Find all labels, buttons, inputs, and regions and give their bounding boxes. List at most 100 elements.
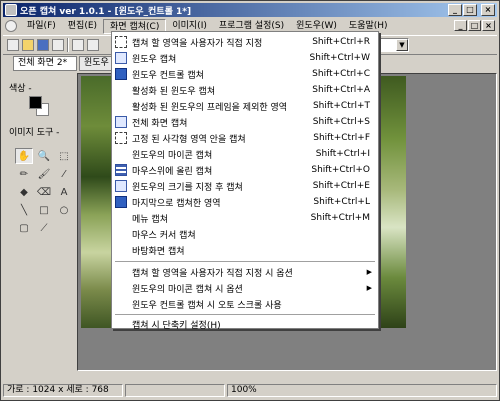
- minimize-button[interactable]: _: [448, 4, 462, 16]
- menu-item-shortcut: Shift+Ctrl+M: [310, 213, 370, 223]
- text-icon[interactable]: A: [55, 184, 73, 200]
- zoom-icon[interactable]: 🔍: [35, 148, 53, 164]
- fill-icon[interactable]: ◆: [15, 184, 33, 200]
- eraser-icon[interactable]: ⌫: [35, 184, 53, 200]
- menu-item-label: 윈도우 컨트롤 캡쳐: [132, 70, 204, 81]
- menu-item-desktop-capture[interactable]: 바탕화면 캡쳐: [112, 242, 378, 258]
- menu-file[interactable]: 파일(F): [21, 19, 62, 34]
- submenu-arrow-icon: ▶: [366, 268, 372, 276]
- menu-item-shortcut: Shift+Ctrl+T: [312, 101, 370, 111]
- menu-item-last-area[interactable]: 마지막으로 캡쳐한 영역 Shift+Ctrl+L: [112, 194, 378, 210]
- mdi-restore-button[interactable]: □: [468, 20, 481, 31]
- menu-item-auto-scroll[interactable]: 윈도우 컨트롤 캡쳐 시 오토 스크롤 사용: [112, 296, 378, 312]
- mdi-close-button[interactable]: ×: [482, 20, 495, 31]
- menu-item-active-window-no-frame[interactable]: 활성화 된 윈도우의 프레임을 제외한 영역 Shift+Ctrl+T: [112, 98, 378, 114]
- document-icon[interactable]: [5, 20, 17, 32]
- menu-item-shortcut: Shift+Ctrl+W: [309, 53, 370, 63]
- resize-icon: [115, 180, 127, 192]
- redo-icon[interactable]: [87, 38, 99, 51]
- captured-image-right: [376, 76, 406, 328]
- menu-item-label: 캡쳐 할 영역을 사용자가 직접 지정: [132, 38, 263, 49]
- menu-item-window-control[interactable]: 윈도우 컨트롤 캡쳐 Shift+Ctrl+C: [112, 66, 378, 82]
- eyedropper-icon[interactable]: ⁄: [55, 166, 73, 182]
- menu-item-label: 윈도우 컨트롤 캡쳐 시 오토 스크롤 사용: [132, 300, 282, 311]
- menu-separator: [115, 261, 375, 262]
- menu-item-window-icon[interactable]: 윈도우의 마이콘 캡쳐 Shift+Ctrl+I: [112, 146, 378, 162]
- menu-item-user-area[interactable]: 캡쳐 할 영역을 사용자가 직접 지정 Shift+Ctrl+R: [112, 34, 378, 50]
- color-label: 색상 -: [9, 84, 32, 94]
- menu-item-cursor-capture[interactable]: 마우스 커서 캡쳐: [112, 226, 378, 242]
- last-area-icon: [115, 196, 127, 208]
- menu-item-shortcut: Shift+Ctrl+L: [313, 197, 370, 207]
- menu-item-label: 활성화 된 윈도우 캡쳐: [132, 86, 216, 97]
- menu-edit[interactable]: 편집(E): [62, 19, 103, 34]
- mdi-minimize-button[interactable]: _: [454, 20, 467, 31]
- window-control-icon: [115, 68, 127, 80]
- close-button[interactable]: ×: [481, 4, 495, 16]
- menu-item-shortcut: Shift+Ctrl+F: [313, 133, 370, 143]
- submenu-arrow-icon: ▶: [366, 284, 372, 292]
- menu-item-window-capture[interactable]: 윈도우 캡쳐 Shift+Ctrl+W: [112, 50, 378, 66]
- menu-item-label: 고정 된 사각형 영역 안을 캡쳐: [132, 134, 246, 145]
- undo-icon[interactable]: [72, 38, 84, 51]
- menu-item-label: 윈도우 캡쳐: [132, 54, 177, 65]
- chevron-down-icon[interactable]: ▼: [396, 39, 408, 51]
- save-icon[interactable]: [37, 38, 49, 51]
- info-status: [125, 384, 225, 397]
- hand-icon[interactable]: ✋: [15, 148, 33, 164]
- pen-icon[interactable]: ⟋: [35, 220, 53, 236]
- area-select-icon: [115, 36, 127, 48]
- menu-item-label: 전체 화면 캡쳐: [132, 118, 188, 129]
- app-icon[interactable]: [5, 4, 17, 16]
- menu-item-label: 윈도우의 마이콘 캡쳐: [132, 150, 213, 161]
- menu-item-mouse-over[interactable]: 마우스위에 올린 캡쳐 Shift+Ctrl+O: [112, 162, 378, 178]
- image-tools-label: 이미지 도구 -: [9, 128, 60, 138]
- menu-item-label: 캡쳐 시 단축키 설정(H): [132, 320, 221, 331]
- menu-item-icon-options[interactable]: 윈도우의 마이콘 캡쳐 시 옵션 ▶: [112, 280, 378, 296]
- menu-item-shortcut: Shift+Ctrl+S: [312, 117, 370, 127]
- menu-item-shortcut: Shift+Ctrl+A: [312, 85, 370, 95]
- window-capture-icon: [115, 52, 127, 64]
- image-size-status: 가로 : 1024 x 세로 : 768: [3, 384, 123, 397]
- open-icon[interactable]: [22, 38, 34, 51]
- menu-item-fullscreen[interactable]: 전체 화면 캡쳐 Shift+Ctrl+S: [112, 114, 378, 130]
- brush-icon[interactable]: 🖌: [35, 166, 53, 182]
- tab-fullscreen[interactable]: 전체 화면 2*: [13, 56, 77, 71]
- menu-item-shortcut: Shift+Ctrl+I: [315, 149, 370, 159]
- rectangle-icon[interactable]: □: [35, 202, 53, 218]
- menu-item-label: 윈도우의 크기를 지정 후 캡쳐: [132, 182, 243, 193]
- title-bar[interactable]: 오픈 캡쳐 ver 1.0.1 - [윈도우_컨트롤 1*] _ □ ×: [3, 3, 497, 17]
- menu-item-label: 윈도우의 마이콘 캡쳐 시 옵션: [132, 284, 243, 295]
- new-icon[interactable]: [7, 38, 19, 51]
- menu-item-shortcut: Shift+Ctrl+E: [312, 181, 370, 191]
- ellipse-icon[interactable]: ○: [55, 202, 73, 218]
- menu-separator: [115, 314, 375, 315]
- fullscreen-icon: [115, 116, 127, 128]
- menu-item-label: 활성화 된 윈도우의 프레임을 제외한 영역: [132, 102, 288, 113]
- menu-item-user-area-options[interactable]: 캡쳐 할 영역을 사용자가 직접 지정 시 옵션 ▶: [112, 264, 378, 280]
- rounded-rect-icon[interactable]: ▢: [15, 220, 33, 236]
- mouse-over-icon: [115, 164, 127, 176]
- menu-item-active-window[interactable]: 활성화 된 윈도우 캡쳐 Shift+Ctrl+A: [112, 82, 378, 98]
- screen-capture-menu: 캡쳐 할 영역을 사용자가 직접 지정 Shift+Ctrl+R 윈도우 캡쳐 …: [111, 31, 379, 332]
- foreground-color-swatch[interactable]: [29, 96, 42, 109]
- pencil-icon[interactable]: ✏: [15, 166, 33, 182]
- toolbar-separator: [67, 37, 69, 52]
- menu-item-label: 마지막으로 캡쳐한 영역: [132, 198, 221, 209]
- tool-grid: ✋ 🔍 ⬚ ✏ 🖌 ⁄ ◆ ⌫ A ╲ □ ○ ▢ ⟋: [15, 148, 75, 238]
- menu-item-label: 바탕화면 캡쳐: [132, 246, 185, 257]
- maximize-button[interactable]: □: [463, 4, 477, 16]
- fixed-rect-icon: [115, 132, 127, 144]
- menu-item-label: 메뉴 캡쳐: [132, 214, 168, 225]
- menu-item-shortcut: Shift+Ctrl+O: [311, 165, 370, 175]
- menu-item-fixed-rect[interactable]: 고정 된 사각형 영역 안을 캡쳐 Shift+Ctrl+F: [112, 130, 378, 146]
- line-icon[interactable]: ╲: [15, 202, 33, 218]
- print-icon[interactable]: [52, 38, 64, 51]
- rect-select-icon[interactable]: ⬚: [55, 148, 73, 164]
- tool-panel: 색상 - 이미지 도구 - ✋ 🔍 ⬚ ✏ 🖌 ⁄ ◆ ⌫ A ╲ □ ○ ▢ …: [3, 73, 75, 371]
- menu-item-resize-window[interactable]: 윈도우의 크기를 지정 후 캡쳐 Shift+Ctrl+E: [112, 178, 378, 194]
- menu-item-hotkey-settings[interactable]: 캡쳐 시 단축키 설정(H): [112, 316, 378, 332]
- menu-item-menu-capture[interactable]: 메뉴 캡쳐 Shift+Ctrl+M: [112, 210, 378, 226]
- captured-image: [81, 76, 115, 328]
- menu-item-label: 마우스 커서 캡쳐: [132, 230, 196, 241]
